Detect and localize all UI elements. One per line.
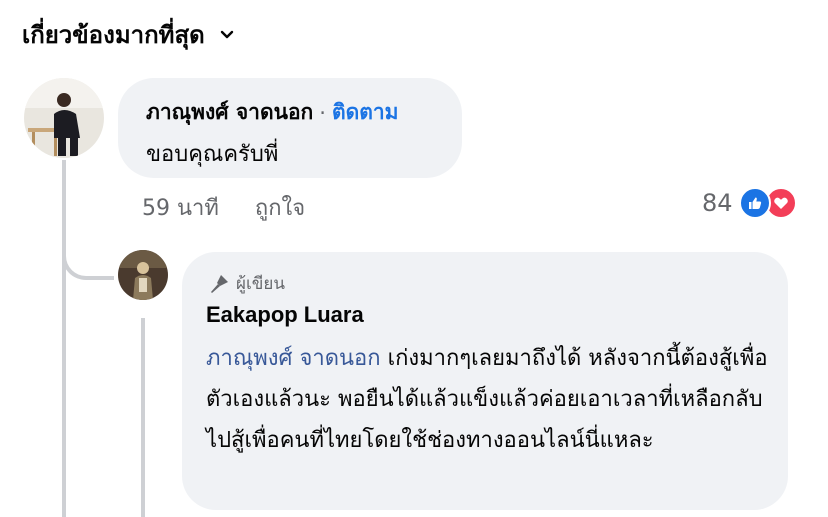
- reaction-count: 84: [702, 189, 733, 217]
- thread-connector: [62, 240, 114, 280]
- thread-line: [62, 160, 66, 517]
- comment-time[interactable]: 59 นาที: [142, 190, 219, 225]
- avatar[interactable]: [24, 78, 104, 158]
- comment-author[interactable]: ภาณุพงศ์ จาดนอก: [146, 96, 313, 129]
- sort-label: เกี่ยวข้องมากที่สุด: [22, 20, 205, 49]
- reply-text: ภาณุพงศ์ จาดนอก เก่งมากๆเลยมาถึงได้ หลัง…: [206, 338, 776, 461]
- reply-author[interactable]: Eakapop Luara: [206, 302, 364, 328]
- microphone-icon: [211, 274, 228, 293]
- like-icon: [738, 187, 771, 219]
- reply-bubble: ผู้เขียน Eakapop Luara ภาณุพงศ์ จาดนอก เ…: [182, 252, 788, 510]
- chevron-down-icon: [220, 30, 233, 39]
- mention-link[interactable]: ภาณุพงศ์ จาดนอก: [206, 346, 381, 371]
- avatar[interactable]: [118, 250, 168, 300]
- comment-text: ขอบคุณครับพี่: [146, 142, 279, 167]
- comment-bubble: ภาณุพงศ์ จาดนอก · ติดตาม ขอบคุณครับพี่: [118, 78, 462, 178]
- like-button[interactable]: ถูกใจ: [255, 190, 305, 225]
- author-badge: ผู้เขียน: [208, 270, 285, 297]
- author-badge-label: ผู้เขียน: [236, 274, 285, 294]
- thread-line: [141, 318, 145, 517]
- reaction-summary[interactable]: 84: [702, 187, 797, 219]
- separator-dot: ·: [319, 100, 326, 125]
- sort-dropdown[interactable]: เกี่ยวข้องมากที่สุด: [22, 14, 235, 54]
- follow-link[interactable]: ติดตาม: [332, 96, 399, 129]
- comment-actions: 59 นาที ถูกใจ: [142, 190, 305, 225]
